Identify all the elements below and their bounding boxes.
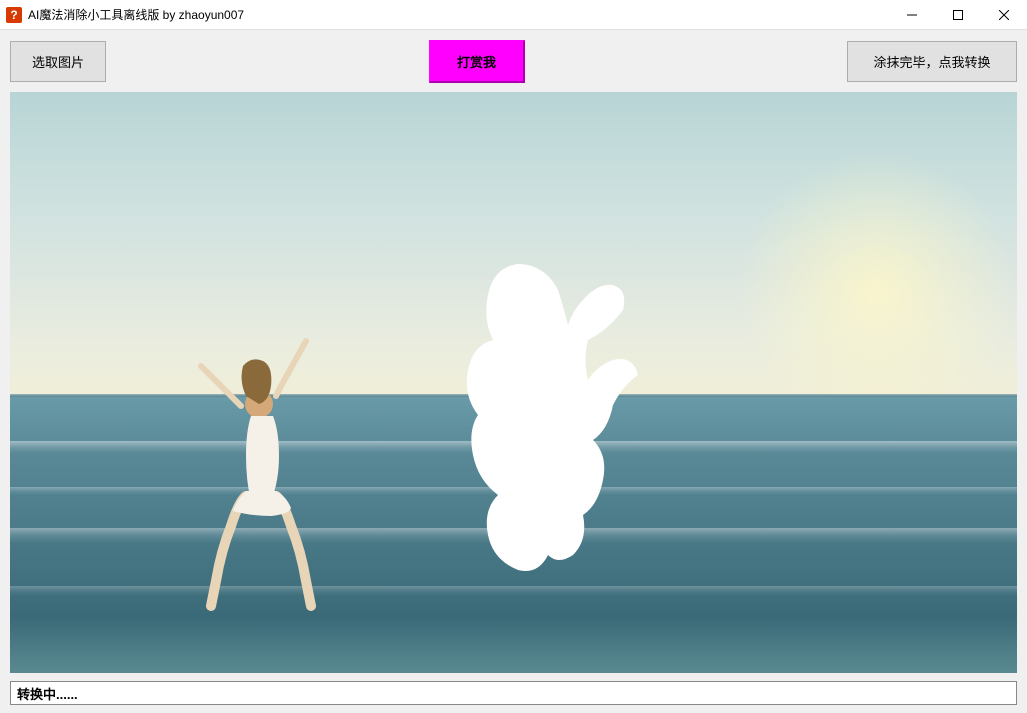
minimize-button[interactable] (889, 0, 935, 29)
person-figure (191, 336, 351, 616)
title-left: ? AI魔法消除小工具离线版 by zhaoyun007 (6, 6, 244, 23)
donate-button[interactable]: 打赏我 (429, 40, 525, 83)
maximize-button[interactable] (935, 0, 981, 29)
minimize-icon (907, 10, 917, 20)
paint-mask (413, 255, 643, 595)
window-title: AI魔法消除小工具离线版 by zhaoyun007 (28, 6, 244, 23)
sun-glow (737, 150, 1017, 430)
convert-button[interactable]: 涂抹完毕，点我转换 (847, 41, 1017, 82)
close-icon (999, 10, 1009, 20)
window-controls (889, 0, 1027, 29)
select-image-button[interactable]: 选取图片 (10, 41, 106, 82)
app-icon: ? (6, 7, 22, 23)
image-canvas[interactable] (10, 92, 1017, 673)
content-area: 选取图片 打赏我 涂抹完毕，点我转换 转换中...... (0, 30, 1027, 713)
close-button[interactable] (981, 0, 1027, 29)
title-bar: ? AI魔法消除小工具离线版 by zhaoyun007 (0, 0, 1027, 30)
toolbar: 选取图片 打赏我 涂抹完毕，点我转换 (10, 40, 1017, 82)
status-bar: 转换中...... (10, 681, 1017, 705)
maximize-icon (953, 10, 963, 20)
app-icon-label: ? (10, 8, 17, 22)
status-text: 转换中...... (17, 684, 78, 703)
